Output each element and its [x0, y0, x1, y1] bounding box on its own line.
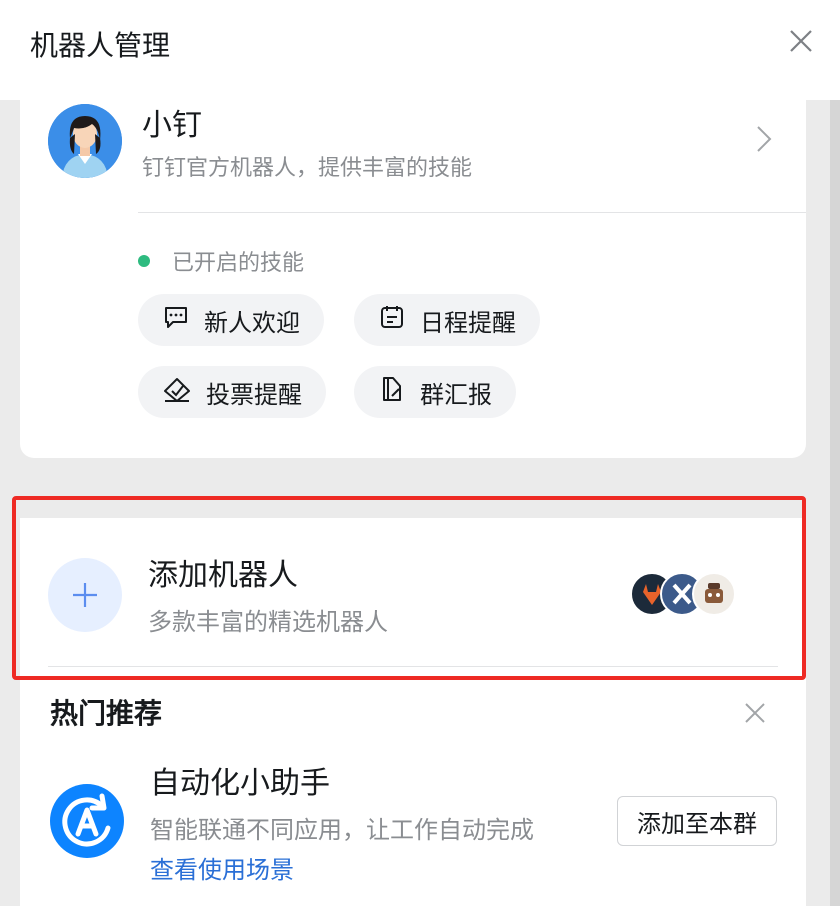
chat-bubble-icon: [162, 303, 204, 337]
scrollbar[interactable]: [830, 100, 840, 906]
bot-description: 钉钉官方机器人，提供丰富的技能: [142, 156, 473, 181]
app-description: 智能联通不同应用，让工作自动完成: [150, 816, 534, 844]
skill-label: 日程提醒: [420, 308, 516, 337]
view-scenarios-link[interactable]: 查看使用场景: [150, 850, 294, 885]
skills-label: 已开启的技能: [172, 251, 305, 276]
skill-label: 投票提醒: [206, 380, 302, 409]
add-to-group-button[interactable]: 添加至本群: [617, 796, 777, 846]
app-name: 自动化小助手: [150, 766, 330, 801]
bot-card[interactable]: 小钉 钉钉官方机器人，提供丰富的技能 已开启的技能 新人欢迎 日程提醒 投票提醒…: [20, 100, 806, 458]
skill-label: 群汇报: [420, 380, 492, 409]
vote-icon: [162, 375, 206, 409]
hot-recommend-title: 热门推荐: [50, 697, 163, 730]
close-icon[interactable]: [786, 26, 816, 56]
calendar-icon: [378, 303, 420, 337]
divider: [138, 212, 806, 213]
report-icon: [378, 375, 420, 409]
dialog-title: 机器人管理: [30, 29, 171, 62]
status-dot: [138, 255, 150, 267]
bot-avatar: [48, 104, 122, 178]
skill-label: 新人欢迎: [204, 308, 300, 337]
skill-new-member-welcome[interactable]: 新人欢迎: [138, 294, 324, 346]
skill-schedule-reminder[interactable]: 日程提醒: [354, 294, 540, 346]
skill-group-report[interactable]: 群汇报: [354, 366, 516, 418]
skill-vote-reminder[interactable]: 投票提醒: [138, 366, 326, 418]
highlight-box: [12, 496, 806, 680]
skills-header: 已开启的技能: [138, 246, 304, 276]
close-icon[interactable]: [742, 700, 768, 726]
automation-app-icon: [50, 784, 124, 858]
bot-name: 小钉: [142, 108, 202, 143]
chevron-right-icon[interactable]: [754, 124, 774, 154]
dialog-header: 机器人管理: [0, 0, 840, 100]
